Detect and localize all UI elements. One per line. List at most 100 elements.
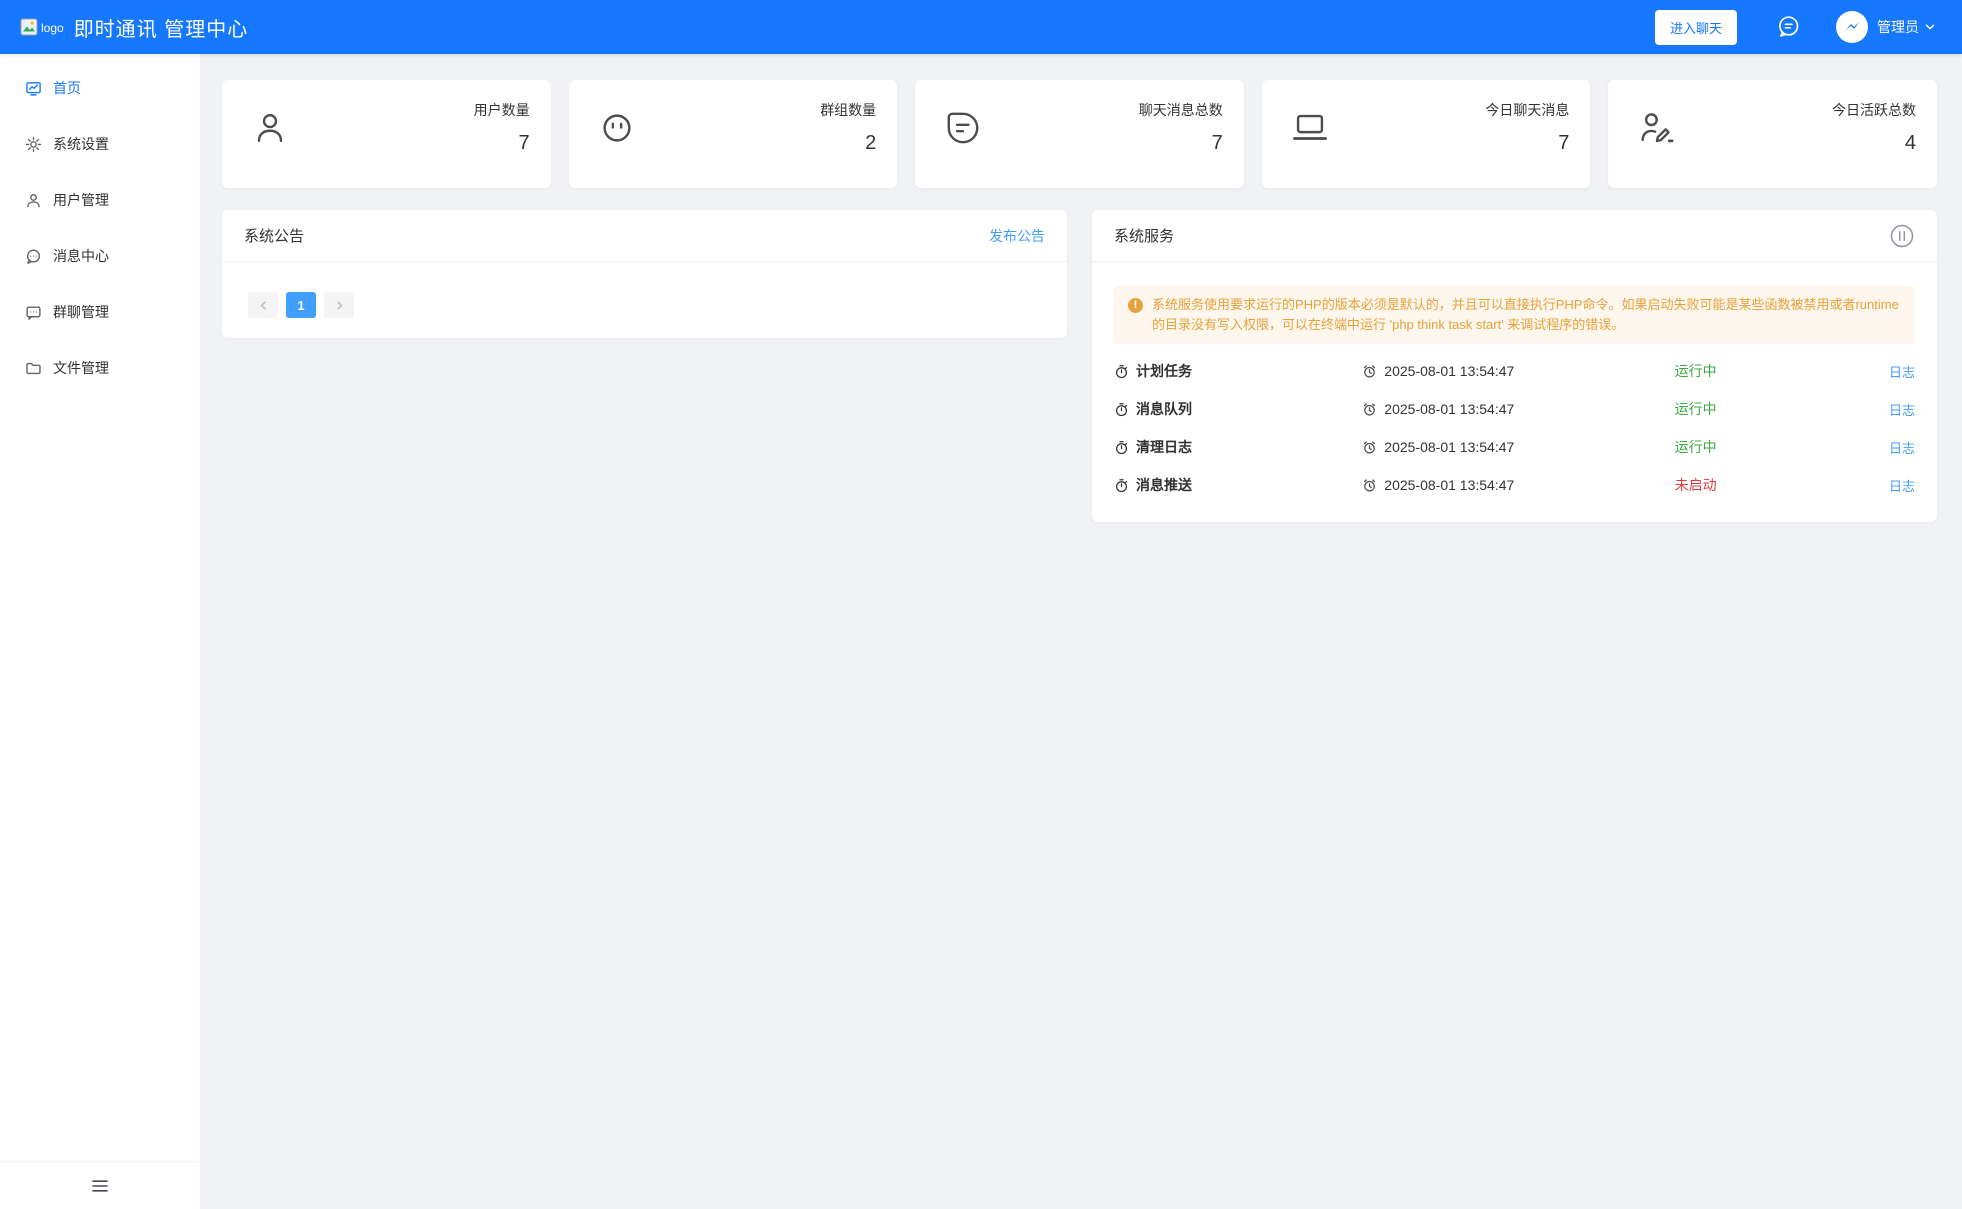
face-icon [595, 106, 639, 188]
logo-alt-text: logo [41, 21, 64, 35]
sidebar-item-label: 消息中心 [53, 248, 109, 264]
stat-content: 聊天消息总数 7 [1139, 100, 1223, 188]
stat-card-total-messages: 聊天消息总数 7 [915, 80, 1244, 188]
active-user-icon [1634, 106, 1678, 188]
sidebar-item-group-chat[interactable]: 群聊管理 [0, 284, 200, 340]
announcement-panel: 系统公告 发布公告 1 [222, 210, 1067, 338]
warning-alert: ! 系统服务使用要求运行的PHP的版本必须是默认的，并且可以直接执行PHP命令。… [1114, 286, 1915, 344]
stopwatch-icon [1114, 364, 1129, 379]
stopwatch-icon [1114, 402, 1129, 417]
chevron-down-icon[interactable] [1924, 21, 1936, 33]
service-row-clean-logs: 清理日志 2025-08-01 13:54:47 运行中 日志 [1114, 428, 1915, 466]
message-square-icon [25, 304, 42, 321]
alarm-clock-icon [1362, 440, 1377, 455]
service-name-text: 消息推送 [1136, 477, 1192, 493]
chevron-right-icon [336, 301, 342, 309]
stat-value: 7 [518, 132, 530, 154]
service-log-link[interactable]: 日志 [1889, 362, 1915, 381]
service-time-text: 2025-08-01 13:54:47 [1384, 401, 1515, 417]
service-time: 2025-08-01 13:54:47 [1362, 439, 1674, 455]
header-brand: logo 即时通讯 管理中心 [20, 13, 248, 42]
admin-label[interactable]: 管理员 [1877, 17, 1919, 37]
sidebar-item-user-management[interactable]: 用户管理 [0, 172, 200, 228]
warning-text: 系统服务使用要求运行的PHP的版本必须是默认的，并且可以直接执行PHP命令。如果… [1152, 297, 1899, 332]
dashboard-icon [25, 80, 42, 97]
chevron-left-icon [260, 301, 266, 309]
pagination-page-1[interactable]: 1 [286, 292, 316, 318]
sidebar: 首页 系统设置 用户管理 消息中心 群聊管理 文件管理 [0, 54, 200, 1209]
menu-collapse-icon[interactable] [90, 1176, 110, 1196]
sidebar-item-message-center[interactable]: 消息中心 [0, 228, 200, 284]
stat-content: 用户数量 7 [474, 100, 530, 188]
service-log-link[interactable]: 日志 [1889, 438, 1915, 457]
stat-label: 群组数量 [820, 102, 877, 118]
service-status: 运行中 [1674, 439, 1717, 455]
alarm-clock-icon [1362, 478, 1377, 493]
broken-image-icon [20, 18, 38, 36]
services-body: ! 系统服务使用要求运行的PHP的版本必须是默认的，并且可以直接执行PHP命令。… [1092, 262, 1937, 522]
message-bubble-icon[interactable] [1775, 14, 1802, 41]
service-name-text: 消息队列 [1136, 401, 1192, 417]
sidebar-item-label: 系统设置 [53, 136, 109, 152]
avatar[interactable] [1836, 11, 1868, 43]
sidebar-item-home[interactable]: 首页 [0, 60, 200, 116]
main-content: 用户数量 7 群组数量 2 聊天消息总数 7 今日聊天消息 7 今日活跃总数 4… [200, 54, 1962, 1209]
pagination-next-button[interactable] [324, 292, 354, 318]
service-row-message-queue: 消息队列 2025-08-01 13:54:47 运行中 日志 [1114, 390, 1915, 428]
body-wrap: 首页 系统设置 用户管理 消息中心 群聊管理 文件管理 用户数量 7 群组数量 … [0, 54, 1962, 1209]
service-name: 消息推送 [1114, 475, 1362, 495]
stat-card-today-messages: 今日聊天消息 7 [1261, 80, 1591, 188]
stat-label: 用户数量 [473, 102, 530, 118]
pagination-prev-button[interactable] [248, 292, 278, 318]
stat-value: 7 [1211, 132, 1223, 154]
user-icon [248, 106, 292, 188]
message-round-icon [25, 248, 42, 265]
stat-label: 聊天消息总数 [1138, 102, 1223, 118]
sidebar-item-label: 用户管理 [53, 192, 109, 208]
stat-value: 2 [865, 132, 877, 154]
pause-circle-icon[interactable] [1889, 223, 1915, 249]
service-log-link[interactable]: 日志 [1889, 400, 1915, 419]
sidebar-item-file-management[interactable]: 文件管理 [0, 340, 200, 396]
alarm-clock-icon [1362, 364, 1377, 379]
folder-icon [25, 360, 42, 377]
stats-row: 用户数量 7 群组数量 2 聊天消息总数 7 今日聊天消息 7 今日活跃总数 4 [222, 80, 1937, 188]
stat-label: 今日活跃总数 [1831, 102, 1916, 118]
stat-value: 7 [1558, 132, 1570, 154]
panels-row: 系统公告 发布公告 1 系统服务 ! 系统服务使用要求运行的PHP的版本必须是默… [222, 210, 1937, 522]
stopwatch-icon [1114, 478, 1129, 493]
service-row-message-push: 消息推送 2025-08-01 13:54:47 未启动 日志 [1114, 466, 1915, 504]
announcement-body: 1 [222, 262, 1067, 338]
stat-content: 群组数量 2 [820, 100, 876, 188]
service-time-text: 2025-08-01 13:54:47 [1384, 363, 1515, 379]
service-name: 清理日志 [1114, 437, 1362, 457]
sidebar-item-label: 文件管理 [53, 360, 109, 376]
header-actions: 进入聊天 管理员 [1654, 9, 1936, 45]
app-root: logo 即时通讯 管理中心 进入聊天 管理员 首页 系统设置 用户管理 消息中… [0, 0, 1962, 1209]
laptop-icon [1288, 106, 1332, 188]
stat-card-groups: 群组数量 2 [568, 80, 898, 188]
publish-announcement-link[interactable]: 发布公告 [989, 226, 1045, 246]
enter-chat-button[interactable]: 进入聊天 [1654, 9, 1737, 45]
service-time-text: 2025-08-01 13:54:47 [1384, 477, 1515, 493]
service-log-link[interactable]: 日志 [1889, 476, 1915, 495]
logo-image: logo [20, 18, 64, 36]
panel-title: 系统服务 [1114, 228, 1175, 245]
stat-content: 今日活跃总数 4 [1832, 100, 1916, 188]
service-time: 2025-08-01 13:54:47 [1362, 401, 1674, 417]
service-status: 运行中 [1674, 363, 1717, 379]
page-title: 即时通讯 管理中心 [73, 18, 249, 41]
messenger-bolt-icon [1845, 21, 1859, 30]
service-time: 2025-08-01 13:54:47 [1362, 363, 1674, 379]
chat-drop-icon [941, 106, 985, 188]
panel-title: 系统公告 [244, 228, 305, 245]
service-row-scheduled-task: 计划任务 2025-08-01 13:54:47 运行中 日志 [1114, 352, 1915, 390]
sidebar-item-label: 群聊管理 [53, 304, 109, 320]
pagination: 1 [248, 292, 1041, 318]
service-status: 未启动 [1674, 477, 1717, 493]
sidebar-item-system-settings[interactable]: 系统设置 [0, 116, 200, 172]
service-time: 2025-08-01 13:54:47 [1362, 477, 1674, 493]
warning-icon: ! [1128, 298, 1143, 313]
stat-content: 今日聊天消息 7 [1485, 100, 1569, 188]
alarm-clock-icon [1362, 402, 1377, 417]
